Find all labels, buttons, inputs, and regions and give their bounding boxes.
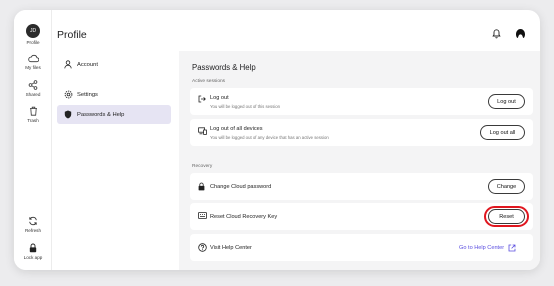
row-change-password: Change Cloud password Change xyxy=(190,173,533,200)
nav-item-settings[interactable]: Settings xyxy=(57,85,171,104)
avatar: JD xyxy=(26,24,40,38)
rail-item-shared[interactable]: Shared xyxy=(14,80,52,97)
key-card-icon xyxy=(198,212,207,219)
help-icon xyxy=(198,243,207,252)
group-label-active-sessions: Active sessions xyxy=(192,79,226,84)
nav-item-passwords-help[interactable]: Passwords & Help xyxy=(57,105,171,124)
rail-refresh-label: Refresh xyxy=(24,228,42,233)
row-log-out-all-devices: Log out of all devices You will be logge… xyxy=(190,119,533,146)
row-title: Reset Cloud Recovery Key xyxy=(210,214,278,220)
log-out-button[interactable]: Log out xyxy=(488,94,525,109)
reset-recovery-key-button[interactable]: Reset xyxy=(488,209,525,224)
cloud-icon xyxy=(27,54,39,63)
rail-item-label: Shared xyxy=(25,92,41,97)
log-out-all-button[interactable]: Log out all xyxy=(480,125,525,140)
logout-icon xyxy=(198,95,206,103)
row-title: Change Cloud password xyxy=(210,184,272,190)
row-subtitle: You will be logged out of any device tha… xyxy=(210,135,329,140)
share-icon xyxy=(28,80,38,90)
refresh-icon xyxy=(29,216,37,226)
rail-refresh[interactable]: Refresh xyxy=(14,216,52,233)
lock-icon xyxy=(198,182,205,191)
row-subtitle: You will be logged out of this session xyxy=(210,104,281,109)
lock-icon xyxy=(29,243,37,253)
group-label-recovery: Recovery xyxy=(192,164,213,169)
help-center-link-label: Go to Help Center xyxy=(459,245,505,251)
row-help-center: Visit Help Center Go to Help Center xyxy=(190,234,533,261)
change-password-button[interactable]: Change xyxy=(488,179,525,194)
rail-item-my-files[interactable]: My files xyxy=(14,54,52,70)
row-title: Log out of all devices xyxy=(210,126,263,132)
trash-icon xyxy=(29,106,37,116)
passwords-help-panel: Passwords & Help Active sessions Log out… xyxy=(179,51,540,270)
section-title: Passwords & Help xyxy=(192,63,256,72)
nav-item-label: Account xyxy=(77,61,98,68)
devices-icon xyxy=(198,127,207,135)
nav-item-account[interactable]: Account xyxy=(57,55,171,74)
app-logo-icon[interactable] xyxy=(515,28,526,39)
rail-lock-app[interactable]: Lock app xyxy=(14,243,52,260)
row-reset-recovery-key: Reset Cloud Recovery Key Reset xyxy=(190,203,533,230)
rail-profile[interactable]: JD Profile xyxy=(14,24,52,45)
row-log-out: Log out You will be logged out of this s… xyxy=(190,88,533,115)
page-title: Profile xyxy=(57,29,87,41)
rail-item-trash[interactable]: Trash xyxy=(14,106,52,123)
rail-lock-label: Lock app xyxy=(23,255,43,260)
row-title: Log out xyxy=(210,95,229,101)
rail-item-label: Trash xyxy=(27,118,39,123)
gear-icon xyxy=(63,90,73,99)
external-link-icon xyxy=(508,244,516,252)
rail-item-label: My files xyxy=(25,65,41,70)
user-icon xyxy=(63,60,73,69)
bell-icon[interactable] xyxy=(492,28,501,39)
row-title: Visit Help Center xyxy=(210,245,252,251)
app-window: JD Profile My files Shared Trash Refresh… xyxy=(14,10,540,270)
side-rail: JD Profile My files Shared Trash Refresh… xyxy=(14,10,52,270)
nav-item-label: Passwords & Help xyxy=(77,111,125,118)
nav-item-label: Settings xyxy=(77,91,98,98)
shield-icon xyxy=(63,110,73,119)
rail-profile-label: Profile xyxy=(26,40,40,45)
help-center-link[interactable]: Go to Help Center xyxy=(459,244,516,252)
